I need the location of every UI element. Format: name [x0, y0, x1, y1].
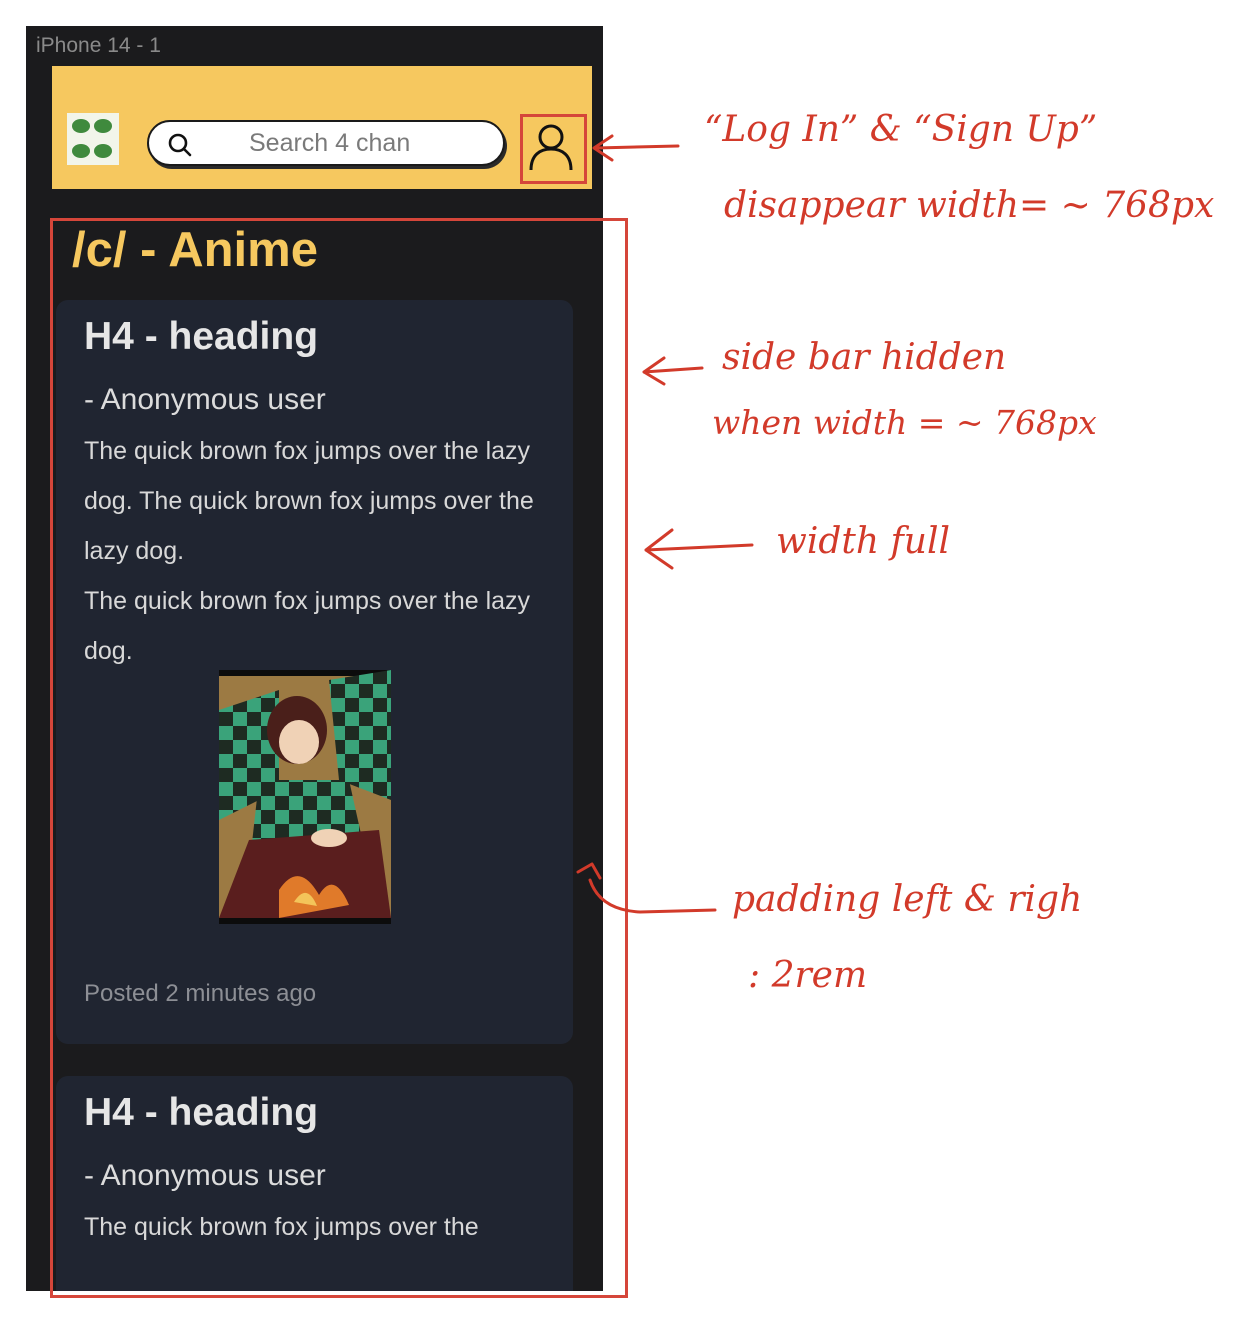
annotation-sidebar-hidden: side bar hidden	[722, 337, 1007, 378]
annotation-padding-value: : 2rem	[748, 955, 868, 996]
annotation-width-full: width full	[776, 521, 951, 562]
annotation-padding: padding left & righ	[732, 879, 1083, 920]
annotation-login-signup-width: disappear width= ~ 768px	[724, 185, 1215, 226]
annotation-login-signup: “Log In” & “Sign Up”	[704, 109, 1098, 150]
annotation-sidebar-width: when width = ~ 768px	[712, 403, 1097, 442]
